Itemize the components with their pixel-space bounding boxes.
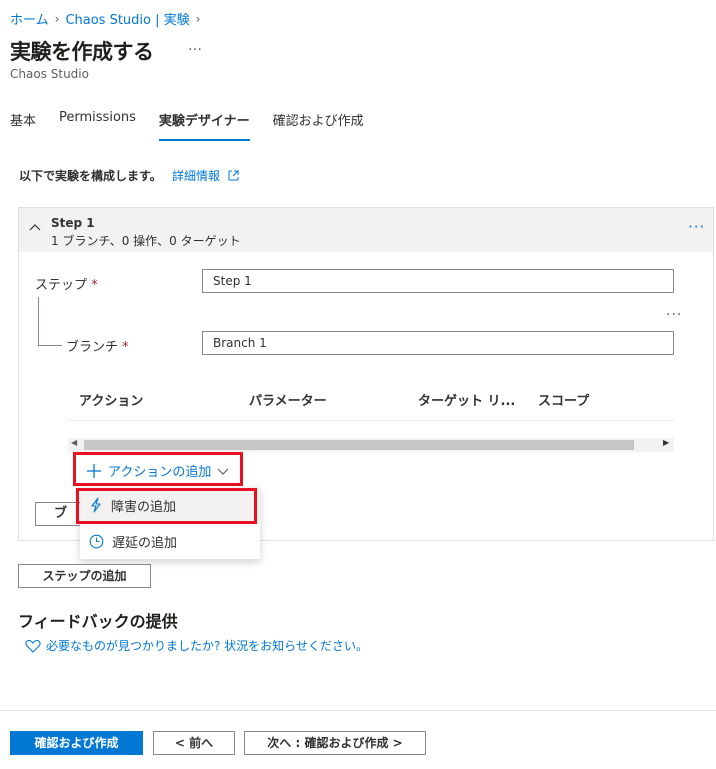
chevron-right-icon: ›	[54, 11, 60, 26]
tree-connector	[38, 297, 39, 345]
chevron-up-icon[interactable]	[28, 220, 42, 234]
column-action[interactable]: アクション	[79, 390, 143, 409]
scroll-right-icon[interactable]: ▶	[663, 438, 669, 447]
page-subtitle: Chaos Studio	[10, 67, 89, 81]
intro-label: 以下で実験を構成します。	[19, 169, 162, 183]
tab-experiment-designer[interactable]: 実験デザイナー	[158, 110, 250, 141]
step-name: Step 1	[51, 216, 95, 230]
page-title: 実験を作成する	[10, 40, 154, 64]
tab-basics[interactable]: 基本	[10, 110, 36, 141]
footer-divider	[0, 710, 716, 711]
tree-connector	[38, 345, 62, 346]
breadcrumb-home-link[interactable]: ホーム	[10, 9, 49, 28]
column-parameters[interactable]: パラメーター	[249, 390, 327, 409]
column-scope[interactable]: スコープ	[538, 390, 589, 409]
scroll-left-icon[interactable]: ◀	[71, 438, 77, 447]
column-target-resources[interactable]: ターゲット リ...	[418, 390, 515, 409]
external-link-icon	[228, 170, 239, 181]
feedback-title: フィードバックの提供	[18, 612, 178, 631]
branch-field-label: ブランチ *	[66, 340, 129, 355]
review-create-button[interactable]: 確認および作成	[10, 731, 143, 755]
next-button[interactable]: 次へ : 確認および作成 >	[244, 731, 426, 755]
chevron-right-icon: ›	[195, 11, 201, 26]
highlight-box	[73, 452, 243, 486]
breadcrumb-chaos-studio-link[interactable]: Chaos Studio | 実験	[65, 9, 189, 28]
actions-grid-header: アクション パラメーター ターゲット リ... スコープ	[68, 386, 674, 421]
breadcrumb: ホーム › Chaos Studio | 実験 ›	[10, 9, 201, 29]
step-more-icon[interactable]: ···	[688, 218, 705, 236]
highlight-box	[76, 488, 257, 524]
scrollbar-thumb[interactable]	[84, 440, 634, 450]
tab-bar: 基本 Permissions 実験デザイナー 確認および作成	[10, 110, 387, 141]
step-field-label: ステップ *	[35, 278, 98, 293]
tab-permissions[interactable]: Permissions	[59, 110, 136, 141]
more-options-icon[interactable]: …	[188, 38, 202, 54]
learn-more-link[interactable]: 詳細情報	[172, 169, 239, 183]
heart-icon	[25, 639, 41, 653]
feedback-link[interactable]: 必要なものが見つかりましたか? 状況をお知らせください。	[25, 637, 368, 654]
step-name-input[interactable]	[202, 269, 674, 293]
step-summary: 1 ブランチ、0 操作、0 ターゲット	[51, 234, 241, 248]
intro-text: 以下で実験を構成します。 詳細情報	[19, 167, 239, 184]
clock-icon	[89, 534, 104, 548]
branch-more-icon[interactable]: ···	[666, 307, 682, 323]
previous-button[interactable]: < 前へ	[153, 731, 235, 755]
branch-name-input[interactable]	[202, 331, 674, 355]
tab-review-create[interactable]: 確認および作成	[273, 110, 364, 141]
menu-item-add-delay[interactable]: 遅延の追加	[80, 523, 260, 559]
add-step-button[interactable]: ステップの追加	[18, 564, 151, 588]
